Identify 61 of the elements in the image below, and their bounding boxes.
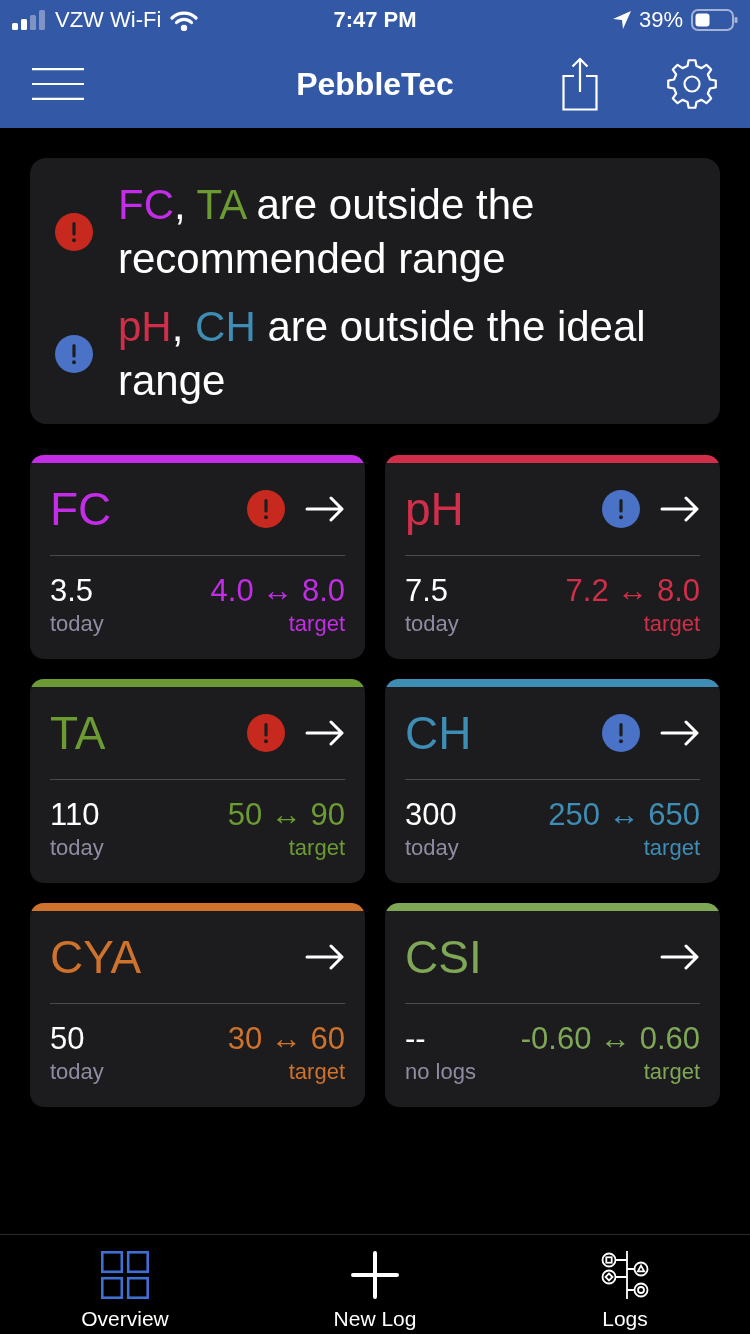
- app-title: PebbleTec: [296, 65, 454, 103]
- target-label: target: [288, 1058, 345, 1086]
- arrow-right-icon[interactable]: [660, 944, 700, 970]
- target-label: target: [288, 834, 345, 862]
- parameter-name: CYA: [50, 930, 143, 984]
- parameter-name: pH: [405, 482, 465, 536]
- arrow-right-icon[interactable]: [660, 496, 700, 522]
- parameter-name: TA: [50, 706, 107, 760]
- tab-button[interactable]: Overview: [81, 1235, 169, 1334]
- parameter-card[interactable]: FC 3.5 4.0 ↔ 8.0 today target: [30, 455, 365, 659]
- parameter-name: CSI: [405, 930, 483, 984]
- carrier-name: VZW Wi-Fi: [55, 7, 162, 33]
- battery-icon: [691, 9, 738, 31]
- alert-message: pH, CH are outside the ideal range: [118, 302, 647, 406]
- parameter-name: CH: [405, 706, 473, 760]
- settings-icon[interactable]: [666, 58, 718, 110]
- reading-label: no logs: [405, 1058, 476, 1086]
- tab-button[interactable]: Logs: [601, 1235, 649, 1334]
- menu-icon[interactable]: [32, 68, 84, 100]
- arrow-right-icon[interactable]: [305, 720, 345, 746]
- reading-label: today: [50, 1058, 104, 1086]
- target-range: 250 ↔ 650: [548, 797, 700, 833]
- alert-message: FC, TA are outside the recommended range: [118, 180, 536, 284]
- reading-value: --: [405, 1021, 427, 1057]
- reading-value: 3.5: [50, 573, 95, 609]
- reading-value: 50: [50, 1021, 86, 1057]
- tab-button[interactable]: New Log: [333, 1235, 417, 1334]
- battery-percent: 39%: [638, 7, 683, 33]
- target-range: 7.2 ↔ 8.0: [565, 573, 700, 609]
- parameter-card[interactable]: CH 300 250 ↔ 650 today target: [385, 679, 720, 883]
- arrow-right-icon[interactable]: [305, 944, 345, 970]
- reading-label: today: [50, 834, 104, 862]
- arrow-right-icon[interactable]: [660, 720, 700, 746]
- parameter-card[interactable]: pH 7.5 7.2 ↔ 8.0 today target: [385, 455, 720, 659]
- target-range: 50 ↔ 90: [227, 797, 345, 833]
- reading-label: today: [50, 610, 104, 638]
- parameter-card[interactable]: TA 110 50 ↔ 90 today target: [30, 679, 365, 883]
- target-range: 30 ↔ 60: [227, 1021, 345, 1057]
- target-label: target: [288, 610, 345, 638]
- reading-label: today: [405, 834, 459, 862]
- location-arrow-icon: [612, 11, 631, 29]
- plus-icon: [351, 1251, 399, 1299]
- wifi-icon: [170, 9, 199, 31]
- parameter-card[interactable]: CSI -- -0.60 ↔ 0.60 no logs target: [385, 903, 720, 1107]
- clock-time: 7:47 PM: [333, 7, 417, 33]
- target-range: 4.0 ↔ 8.0: [210, 573, 345, 609]
- reading-value: 7.5: [405, 573, 450, 609]
- arrow-right-icon[interactable]: [305, 496, 345, 522]
- tree-icon: [601, 1251, 649, 1299]
- reading-value: 300: [405, 797, 458, 833]
- reading-label: today: [405, 610, 459, 638]
- parameter-name: FC: [50, 482, 113, 536]
- reading-value: 110: [50, 797, 101, 833]
- target-label: target: [643, 834, 700, 862]
- signal-bars-icon: [12, 10, 46, 30]
- target-label: target: [643, 1058, 700, 1086]
- target-range: -0.60 ↔ 0.60: [520, 1021, 700, 1057]
- grid-icon: [101, 1251, 149, 1299]
- parameter-card[interactable]: CYA 50 30 ↔ 60 today target: [30, 903, 365, 1107]
- target-label: target: [643, 610, 700, 638]
- share-icon[interactable]: [562, 57, 598, 111]
